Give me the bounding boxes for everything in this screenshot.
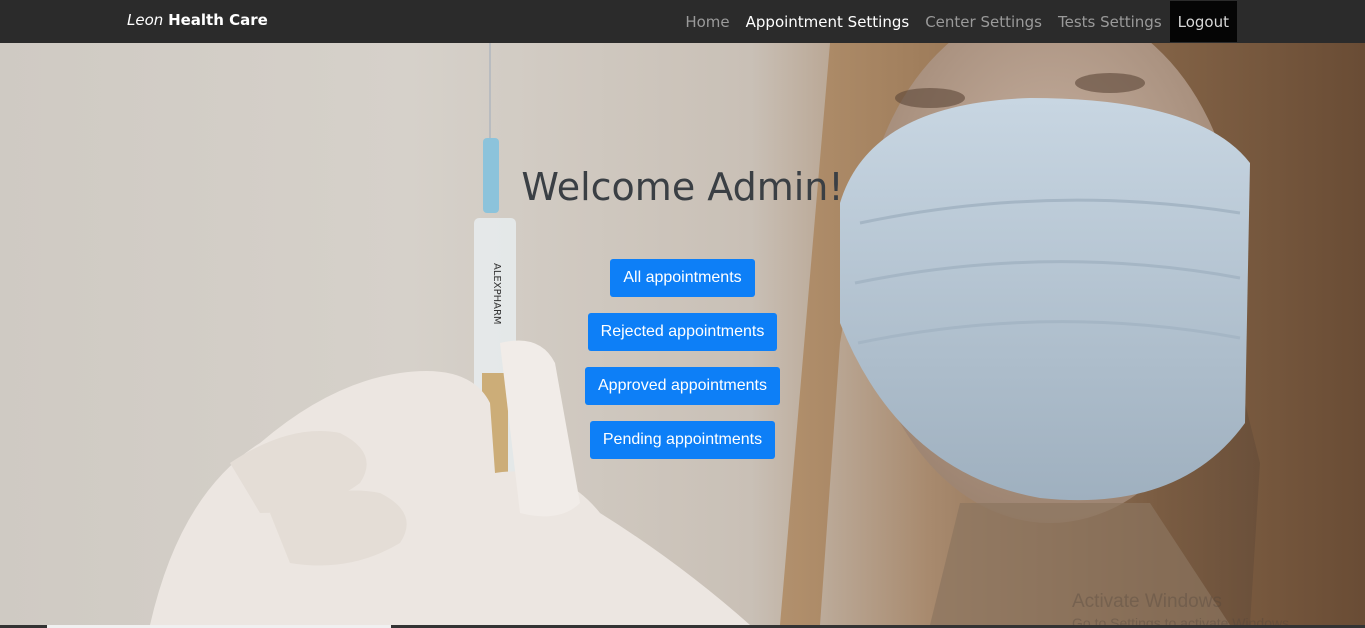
brand-logo-link[interactable]: Leon Health Care (127, 11, 268, 29)
top-navbar: Leon Health Care Home Appointment Settin… (0, 0, 1365, 43)
nav-links: Home Appointment Settings Center Setting… (677, 0, 1237, 43)
rejected-appointments-button[interactable]: Rejected appointments (587, 313, 778, 351)
appointment-buttons: All appointments Rejected appointments A… (0, 259, 1365, 475)
windows-activation-watermark: Activate Windows Go to Settings to activ… (1072, 591, 1293, 625)
all-appointments-button[interactable]: All appointments (610, 259, 755, 297)
nav-appointment-settings-link[interactable]: Appointment Settings (738, 0, 918, 43)
nav-home-link[interactable]: Home (677, 0, 737, 43)
welcome-heading: Welcome Admin! (521, 165, 844, 209)
brand-name: Health Care (168, 11, 268, 29)
hero-section: ALEXPHARM Welcome Admin! All appointment… (0, 43, 1365, 625)
watermark-title: Activate Windows (1072, 591, 1222, 612)
watermark-subtitle: Go to Settings to activate Windows. (1072, 615, 1293, 625)
nav-tests-settings-link[interactable]: Tests Settings (1050, 0, 1170, 43)
brand-prefix: Leon (127, 11, 164, 29)
approved-appointments-button[interactable]: Approved appointments (585, 367, 780, 405)
pending-appointments-button[interactable]: Pending appointments (589, 421, 776, 459)
logout-button[interactable]: Logout (1169, 1, 1237, 42)
nav-center-settings-link[interactable]: Center Settings (917, 0, 1050, 43)
